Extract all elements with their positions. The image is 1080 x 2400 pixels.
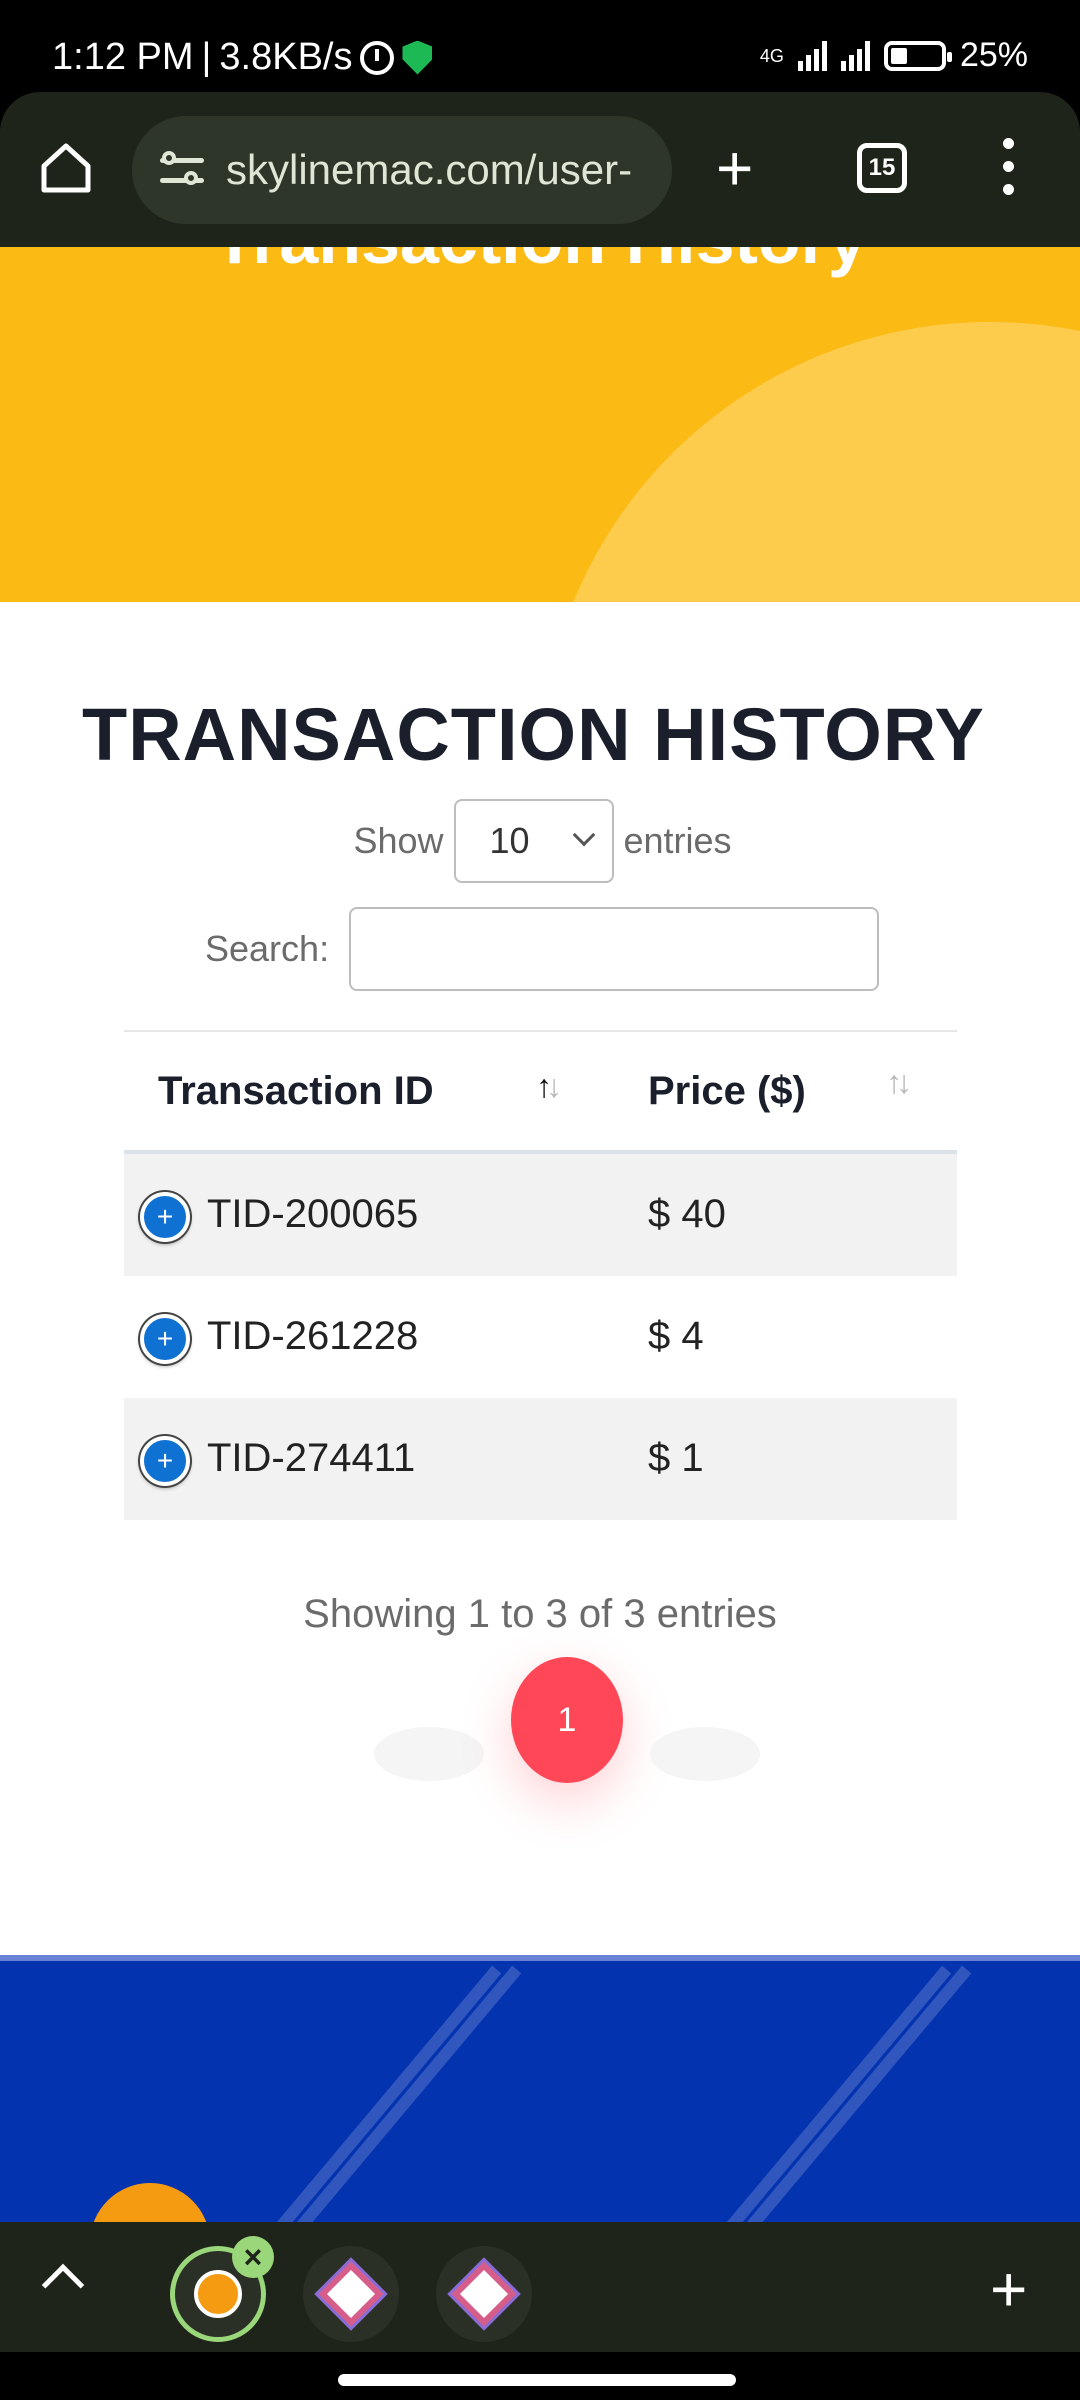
shield-icon: [402, 40, 433, 75]
new-tab-icon[interactable]: +: [716, 136, 753, 200]
transaction-id-cell: TID-261228: [207, 1314, 419, 1358]
home-icon[interactable]: [38, 140, 94, 196]
status-left: 1:12 PM | 3.8KB/s: [52, 36, 433, 79]
status-right: 4G 25%: [760, 36, 1028, 75]
page-button-current[interactable]: 1: [511, 1657, 623, 1783]
table-row: + TID-274411 $ 1: [124, 1398, 957, 1520]
browser-toolbar: skylinemac.com/user- + 15: [0, 92, 1080, 247]
battery-icon: [883, 40, 952, 71]
network-type: 4G: [759, 45, 784, 66]
url-bar[interactable]: skylinemac.com/user-: [132, 116, 672, 224]
price-cell: $ 40: [648, 1192, 726, 1236]
tab-thumbnail[interactable]: [436, 2246, 532, 2342]
entries-select[interactable]: 10: [453, 799, 614, 883]
search-input[interactable]: [349, 907, 880, 991]
next-page-button[interactable]: [650, 1727, 760, 1781]
hero-banner: Transaction History: [0, 247, 1080, 602]
sort-ascending-icon[interactable]: ↑↓: [536, 1068, 562, 1105]
previous-page-button[interactable]: [374, 1727, 484, 1781]
alarm-icon: [360, 40, 395, 75]
site-favicon-icon: [447, 2257, 521, 2331]
entries-select-value: 10: [489, 820, 530, 861]
sort-icon[interactable]: ↑↓: [886, 1064, 912, 1101]
home-gesture-bar[interactable]: [338, 2374, 736, 2386]
site-settings-icon[interactable]: [160, 150, 204, 190]
add-tab-icon[interactable]: +: [990, 2252, 1027, 2326]
transactions-table: Transaction ID ↑↓ Price ($) ↑↓ + TID-200…: [124, 1030, 957, 1520]
web-page: Transaction History TRANSACTION HISTORY …: [0, 247, 1080, 2222]
transaction-id-cell: TID-274411: [207, 1436, 416, 1480]
search-control: Search:: [205, 907, 880, 991]
status-time: 1:12 PM: [52, 36, 194, 78]
expand-row-button[interactable]: +: [140, 1436, 190, 1486]
tab-thumbnail[interactable]: [303, 2246, 399, 2342]
close-tab-icon[interactable]: ×: [232, 2236, 274, 2278]
tab-strip: × +: [0, 2222, 1080, 2352]
entries-length-control: Show 10 entries: [0, 799, 1080, 883]
hero-title: Transaction History: [0, 247, 1080, 279]
transaction-id-cell: TID-200065: [207, 1192, 419, 1236]
search-label: Search:: [205, 928, 330, 969]
page-title: TRANSACTION HISTORY: [82, 693, 985, 776]
url-text[interactable]: skylinemac.com/user-: [226, 146, 632, 194]
overflow-menu-icon[interactable]: [1003, 138, 1015, 198]
battery-level: 25%: [959, 36, 1028, 74]
price-cell: $ 4: [648, 1314, 704, 1358]
signal-icon-secondary: [840, 40, 870, 71]
status-bar: 1:12 PM | 3.8KB/s 4G 25%: [0, 0, 1080, 92]
show-label: Show: [353, 820, 444, 861]
signal-icon: [797, 40, 827, 71]
chevron-down-icon: [572, 823, 595, 847]
system-navigation-bar: [0, 2352, 1080, 2400]
table-row: + TID-261228 $ 4: [124, 1276, 957, 1398]
table-header: Transaction ID ↑↓ Price ($) ↑↓: [124, 1032, 957, 1154]
pagination: 1: [0, 1657, 1080, 1797]
tab-switcher-button[interactable]: 15: [857, 143, 907, 193]
expand-row-button[interactable]: +: [140, 1192, 190, 1242]
site-favicon-icon: [314, 2257, 388, 2331]
column-header-transaction-id[interactable]: Transaction ID: [158, 1069, 434, 1114]
entries-label: entries: [623, 820, 732, 861]
status-separator: |: [201, 36, 212, 78]
table-row: + TID-200065 $ 40: [124, 1154, 957, 1276]
site-favicon-icon: [194, 2270, 242, 2318]
price-cell: $ 1: [648, 1436, 704, 1480]
hero-decoration: [540, 322, 1080, 602]
status-speed: 3.8KB/s: [219, 36, 353, 78]
expand-row-button[interactable]: +: [140, 1314, 190, 1364]
table-info: Showing 1 to 3 of 3 entries: [303, 1592, 777, 1636]
footer-logo-fragment: [90, 2183, 210, 2222]
chevron-up-icon[interactable]: [41, 2263, 85, 2307]
column-header-price[interactable]: Price ($): [648, 1069, 806, 1114]
site-footer: [0, 1955, 1080, 2222]
